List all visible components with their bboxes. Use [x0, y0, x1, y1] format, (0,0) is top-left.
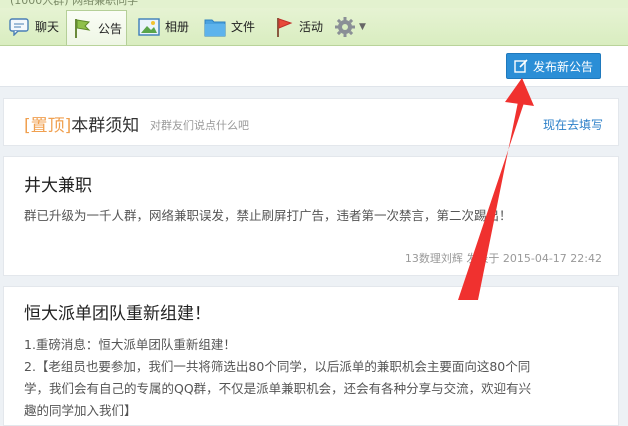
gear-icon	[334, 16, 356, 38]
edit-icon	[514, 59, 528, 73]
announcement-card: 恒大派单团队重新组建！ 1.重磅消息：恒大派单团队重新组建！ 2.【老组员也要参…	[3, 286, 619, 426]
photo-icon	[138, 16, 160, 38]
tab-album[interactable]: 相册	[134, 10, 193, 43]
tab-files[interactable]: 文件	[200, 10, 259, 43]
announcement-title: 井大兼职	[24, 176, 92, 196]
tab-announcement[interactable]: 公告	[66, 10, 128, 45]
tab-activity[interactable]: 活动	[268, 10, 327, 43]
pinned-notice-card: [置顶]本群须知 对群友们说点什么吧 现在去填写	[3, 98, 619, 146]
announcement-card: 井大兼职 群已升级为一千人群，网络兼职误发，禁止刷屏打广告，违者第一次禁言，第二…	[3, 156, 619, 276]
fill-now-link[interactable]: 现在去填写	[543, 116, 603, 133]
announcement-meta: 13数理刘辉 发表于 2015-04-17 22:42	[404, 252, 602, 265]
pinned-notice-header: [置顶]本群须知	[24, 111, 139, 136]
folder-icon	[204, 16, 226, 38]
announcement-panel: 发布新公告 [置顶]本群须知 对群友们说点什么吧 现在去填写 井大兼职 群已升级…	[0, 46, 628, 426]
announcement-body: 1.重磅消息：恒大派单团队重新组建！ 2.【老组员也要参加，我们一共将筛选出80…	[24, 334, 609, 422]
flag-icon	[71, 17, 93, 39]
action-bar: 发布新公告	[0, 46, 628, 87]
settings-menu-button[interactable]: ▼	[330, 10, 370, 43]
chat-icon	[8, 16, 30, 38]
pinned-tag: [置顶]	[24, 116, 72, 136]
window-title-strip: (1000人群) 网络兼职同学	[0, 0, 628, 8]
announcement-body: 群已升级为一千人群，网络兼职误发，禁止刷屏打广告，违者第一次禁言，第二次踢出！	[24, 208, 512, 223]
pinned-subtitle: 对群友们说点什么吧	[150, 119, 249, 132]
publish-announcement-button[interactable]: 发布新公告	[506, 53, 601, 79]
red-flag-icon	[272, 16, 294, 38]
group-toolbar: 聊天 公告 相册 文件 活动 ▼	[0, 8, 628, 46]
tab-announcement-label: 公告	[98, 21, 123, 36]
tab-chat-label: 聊天	[35, 20, 60, 34]
tab-files-label: 文件	[231, 20, 256, 34]
chevron-down-icon: ▼	[359, 21, 366, 32]
body-line: 1.重磅消息：恒大派单团队重新组建！	[24, 337, 236, 352]
window-title-text: (1000人群) 网络兼职同学	[10, 0, 139, 7]
announcement-title: 恒大派单团队重新组建！	[24, 304, 211, 324]
tab-activity-label: 活动	[299, 20, 324, 34]
tab-chat[interactable]: 聊天	[4, 10, 63, 43]
body-line: 趣的同学加入我们】	[24, 403, 137, 418]
body-line: 学，我们会有自己的专属的QQ群，不仅是派单兼职机会，还会有各种分享与交流，欢迎有…	[24, 381, 532, 396]
body-line: 2.【老组员也要参加，我们一共将筛选出80个同学，以后派单的兼职机会主要面向这8…	[24, 359, 531, 374]
tab-album-label: 相册	[165, 20, 190, 34]
pinned-title: 本群须知	[71, 116, 140, 136]
publish-label: 发布新公告	[532, 59, 593, 74]
